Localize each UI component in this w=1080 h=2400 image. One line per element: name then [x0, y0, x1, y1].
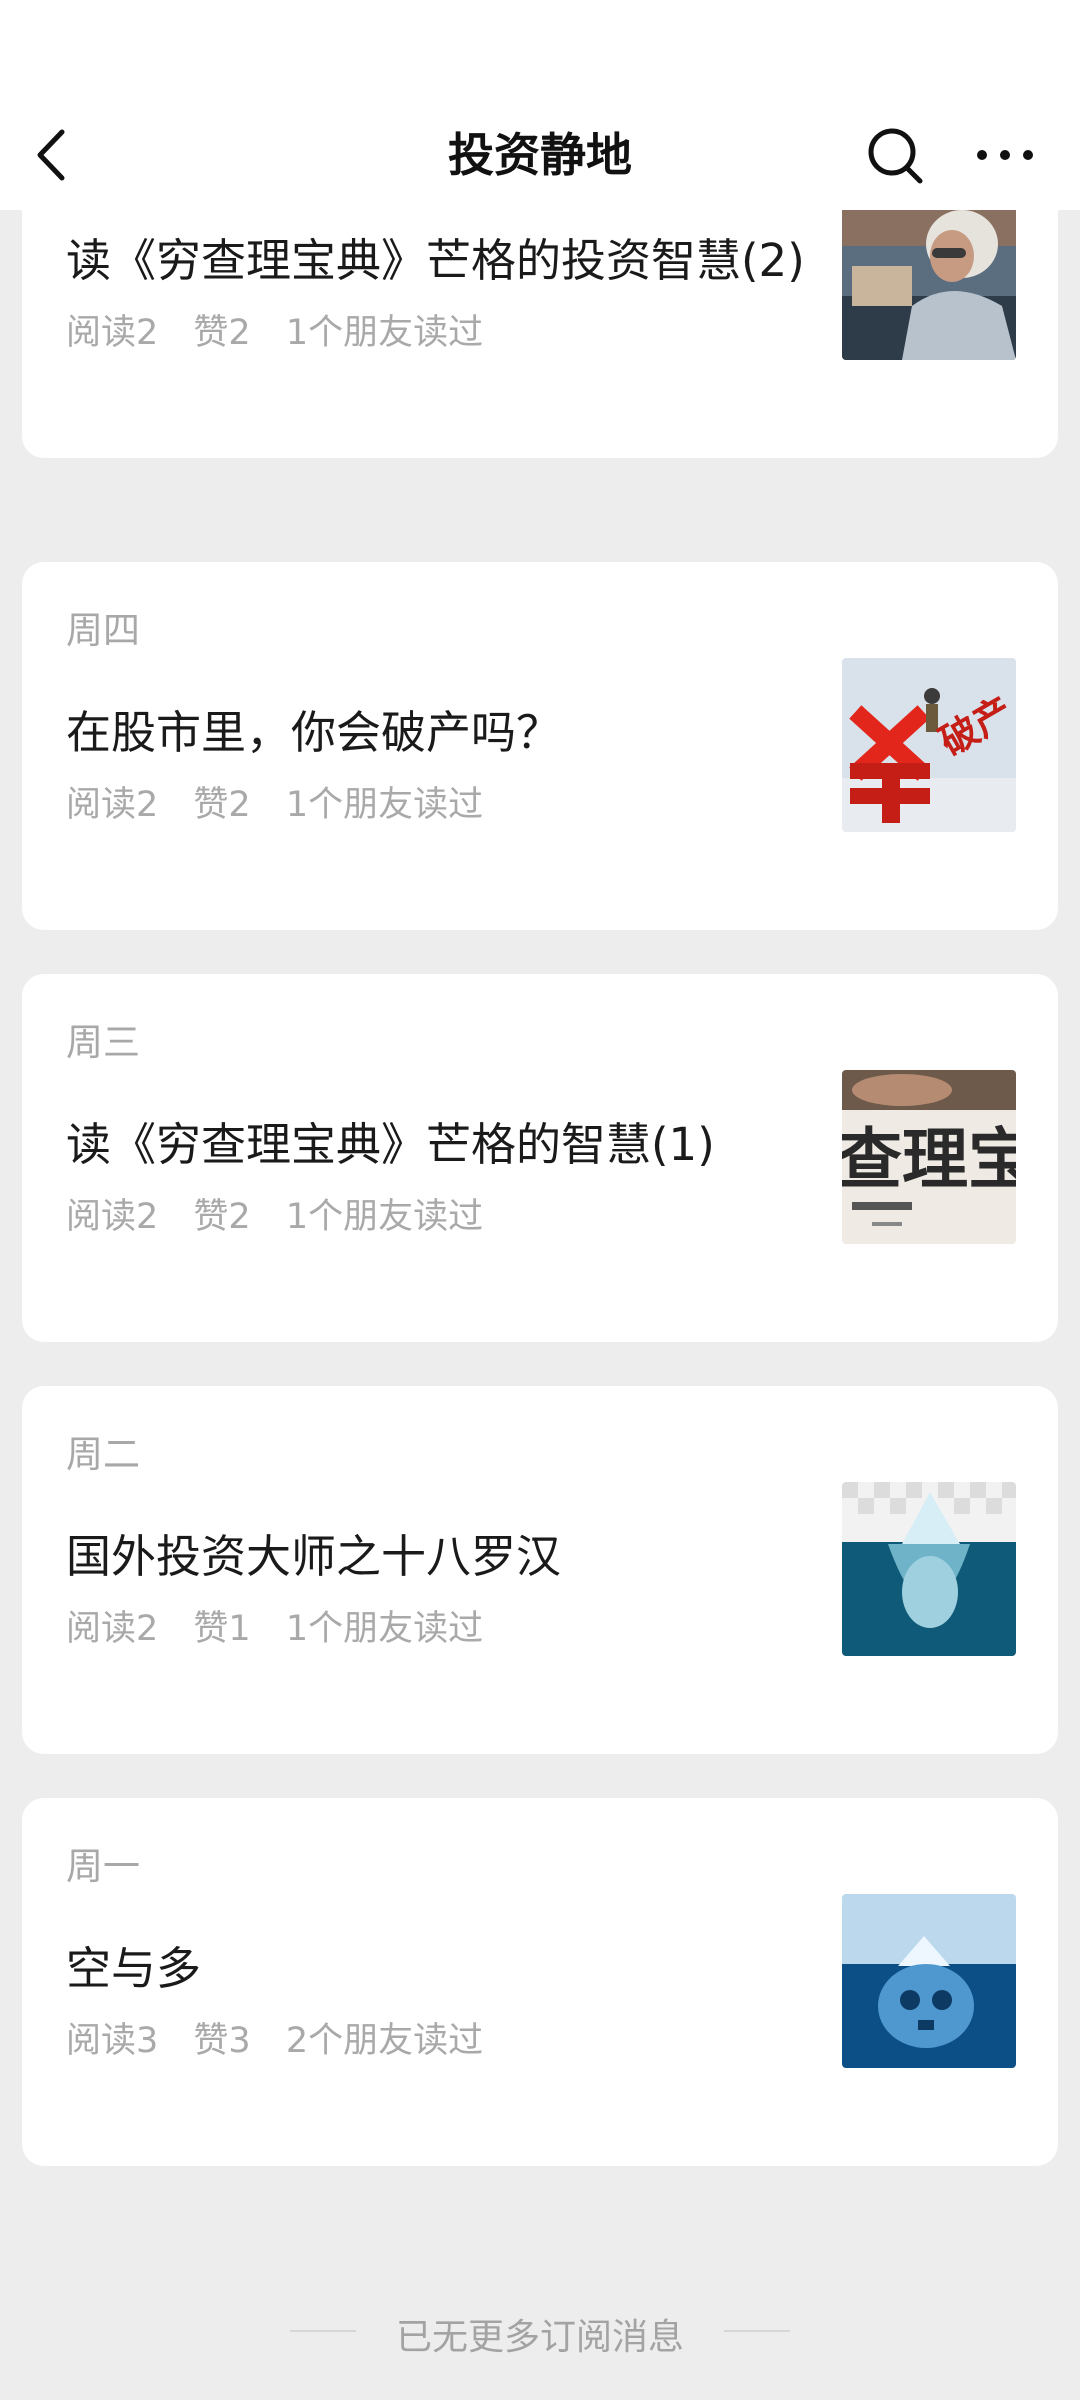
article-item[interactable]: 读《穷查理宝典》芒格的智慧(1) 阅读2 赞2 1个朋友读过 查理宝: [22, 1070, 1058, 1342]
friends-read: 1个朋友读过: [285, 313, 484, 353]
like-count: 赞1: [193, 1609, 251, 1649]
article-stats: 阅读3 赞3 2个朋友读过: [66, 2012, 507, 2063]
like-count: 赞2: [193, 785, 251, 825]
status-bar: [0, 0, 1080, 100]
article-stats: 阅读2 赞2 1个朋友读过: [66, 776, 507, 827]
message-card: 周三 读《穷查理宝典》芒格的智慧(1) 阅读2 赞2 1个朋友读过 查理宝: [22, 974, 1058, 1342]
message-date: 周一: [66, 1845, 140, 1888]
like-count: 赞2: [193, 313, 251, 353]
friends-read: 1个朋友读过: [285, 1197, 484, 1237]
article-thumbnail: [842, 210, 1016, 360]
article-stats: 阅读2 赞1 1个朋友读过: [66, 1600, 507, 1651]
message-card: 昨天 读《穷查理宝典》芒格的投资智慧(2) 阅读2 赞2 1个朋友读过: [22, 210, 1058, 458]
article-item[interactable]: 国外投资大师之十八罗汉 阅读2 赞1 1个朋友读过: [22, 1482, 1058, 1754]
article-title: 在股市里，你会破产吗？: [66, 706, 562, 759]
message-card: 周一 空与多 阅读3 赞3 2个朋友读过: [22, 1798, 1058, 2166]
more-button[interactable]: [970, 120, 1040, 190]
article-thumbnail: 查理宝: [842, 1070, 1016, 1244]
article-thumbnail: [842, 1482, 1016, 1656]
read-count: 阅读2: [66, 1609, 159, 1649]
message-card: 周四 在股市里，你会破产吗？ 阅读2 赞2 1个朋友读过 破产: [22, 562, 1058, 930]
friends-read: 1个朋友读过: [285, 785, 484, 825]
friends-read: 1个朋友读过: [285, 1609, 484, 1649]
divider-right: [724, 2330, 790, 2332]
search-button[interactable]: [862, 120, 928, 190]
message-card: 周二 国外投资大师之十八罗汉 阅读2 赞1 1个朋友读过: [22, 1386, 1058, 1754]
like-count: 赞3: [193, 2021, 251, 2061]
read-count: 阅读3: [66, 2021, 159, 2061]
read-count: 阅读2: [66, 313, 159, 353]
article-stats: 阅读2 赞2 1个朋友读过: [66, 304, 507, 355]
article-stats: 阅读2 赞2 1个朋友读过: [66, 1188, 507, 1239]
article-title: 国外投资大师之十八罗汉: [66, 1530, 562, 1583]
article-title: 空与多: [66, 1942, 202, 1995]
article-item[interactable]: 读《穷查理宝典》芒格的投资智慧(2) 阅读2 赞2 1个朋友读过: [22, 210, 1058, 458]
message-list[interactable]: 昨天 读《穷查理宝典》芒格的投资智慧(2) 阅读2 赞2 1个朋友读过: [0, 210, 1080, 2400]
like-count: 赞2: [193, 1197, 251, 1237]
article-title: 读《穷查理宝典》芒格的投资智慧(2): [66, 234, 805, 287]
read-count: 阅读2: [66, 785, 159, 825]
message-date: 周二: [66, 1433, 140, 1476]
article-thumbnail: 破产: [842, 658, 1016, 832]
message-date: 周三: [66, 1021, 140, 1064]
article-title: 读《穷查理宝典》芒格的智慧(1): [66, 1118, 715, 1171]
article-thumbnail: [842, 1894, 1016, 2068]
search-icon: [868, 128, 923, 184]
more-horizontal-icon: [977, 150, 1033, 160]
end-of-list: 已无更多订阅消息: [0, 2290, 1080, 2370]
top-nav-bar: 投资静地: [0, 100, 1080, 210]
article-item[interactable]: 空与多 阅读3 赞3 2个朋友读过: [22, 1894, 1058, 2166]
message-date: 周四: [66, 609, 140, 652]
read-count: 阅读2: [66, 1197, 159, 1237]
friends-read: 2个朋友读过: [285, 2021, 484, 2061]
thumbnail-text: 查理宝: [842, 1121, 1016, 1198]
end-of-list-text: 已无更多订阅消息: [395, 2317, 684, 2358]
article-item[interactable]: 在股市里，你会破产吗？ 阅读2 赞2 1个朋友读过 破产: [22, 658, 1058, 930]
